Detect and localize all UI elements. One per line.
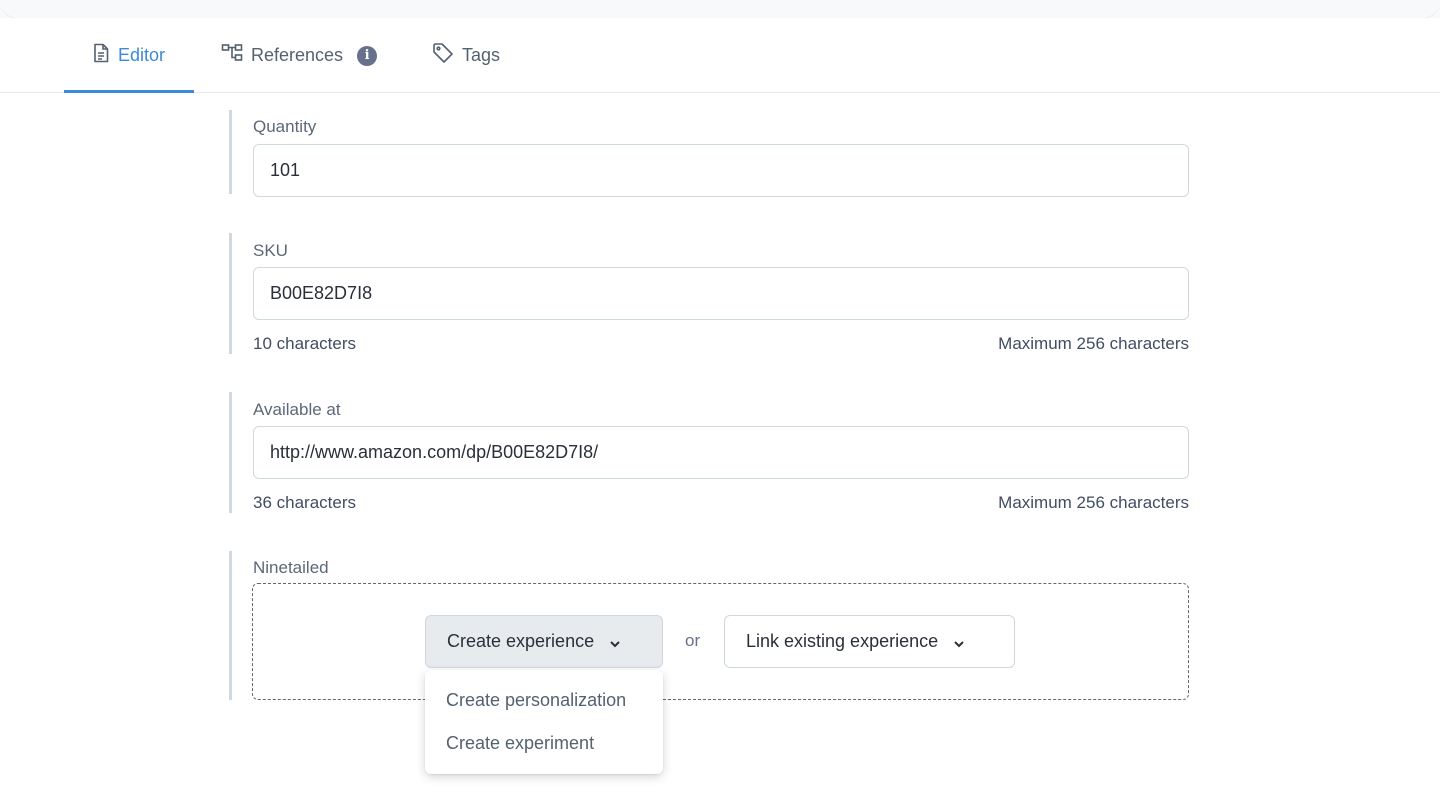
tab-tags[interactable]: Tags <box>432 18 500 93</box>
available-at-field: Available at http://www.amazon.com/dp/B0… <box>229 392 1189 513</box>
input-value: http://www.amazon.com/dp/B00E82D7I8/ <box>270 442 599 462</box>
create-experience-button[interactable]: Create experience <box>425 615 663 668</box>
character-limit: Maximum 256 characters <box>998 493 1189 512</box>
link-existing-experience-button[interactable]: Link existing experience <box>724 615 1015 668</box>
character-count-row: 10 characters Maximum 256 characters <box>253 334 1189 354</box>
character-count-row: 36 characters Maximum 256 characters <box>253 493 1189 513</box>
tag-icon <box>432 42 454 69</box>
experience-dropzone <box>252 583 1189 700</box>
input-value: 101 <box>270 160 301 180</box>
character-limit: Maximum 256 characters <box>998 334 1189 353</box>
quantity-field: Quantity 101 <box>229 110 1189 197</box>
tab-label: Editor <box>118 45 166 65</box>
tab-editor[interactable]: Editor <box>92 18 165 93</box>
character-count: 36 characters <box>253 493 356 512</box>
chevron-down-icon <box>608 635 622 649</box>
tab-label: Tags <box>462 45 501 65</box>
create-experience-menu: Create personalization Create experiment <box>425 670 663 774</box>
chevron-down-icon <box>952 635 966 649</box>
entry-editor: Editor References i Tags Quantity 101 SK… <box>0 0 1440 810</box>
button-label: Create experience <box>447 631 595 651</box>
or-separator: or <box>685 631 701 650</box>
character-count: 10 characters <box>253 334 356 353</box>
info-icon[interactable]: i <box>357 45 378 66</box>
field-label: Ninetailed <box>253 558 329 577</box>
sku-field: SKU B00E82D7I8 10 characters Maximum 256… <box>229 233 1189 354</box>
references-tree-icon <box>221 43 243 68</box>
active-tab-indicator <box>64 90 194 93</box>
field-label: SKU <box>253 241 288 260</box>
sku-input[interactable]: B00E82D7I8 <box>253 267 1189 320</box>
field-label: Quantity <box>253 117 317 136</box>
tab-bar: Editor References i Tags <box>0 18 1440 93</box>
tab-references[interactable]: References i <box>221 18 378 93</box>
document-icon <box>92 43 110 68</box>
input-value: B00E82D7I8 <box>270 283 373 303</box>
quantity-input[interactable]: 101 <box>253 144 1189 197</box>
menu-item-create-experiment[interactable]: Create experiment <box>446 733 594 754</box>
top-header-edge <box>0 0 1440 19</box>
divider <box>68 0 69 18</box>
available-at-input[interactable]: http://www.amazon.com/dp/B00E82D7I8/ <box>253 426 1189 479</box>
menu-item-create-personalization[interactable]: Create personalization <box>446 690 626 711</box>
button-label: Link existing experience <box>746 631 939 651</box>
field-label: Available at <box>253 400 341 419</box>
tab-label: References <box>251 45 344 65</box>
